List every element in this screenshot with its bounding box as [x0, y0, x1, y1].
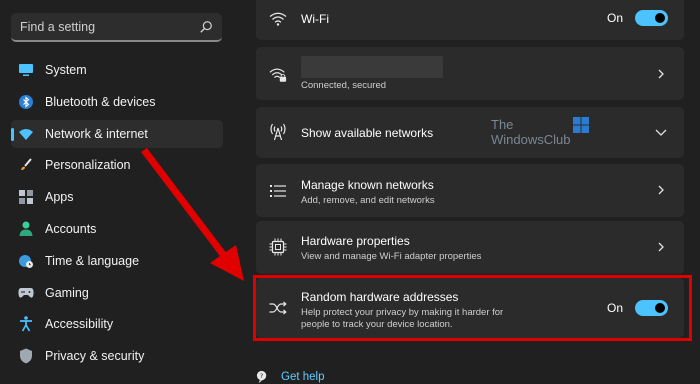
random-hardware-text: Random hardware addresses Help protect y… [301, 290, 503, 331]
person-icon [18, 221, 34, 237]
wifi-toggle[interactable] [635, 10, 668, 26]
sidebar-item-label: Privacy & security [45, 349, 145, 364]
hardware-properties-text: Hardware properties View and manage Wi-F… [301, 234, 481, 263]
secured-wifi-icon [269, 66, 287, 84]
get-help-link[interactable]: ? Get help [256, 370, 324, 383]
sidebar-item-privacy-security[interactable]: Privacy & security [11, 342, 223, 370]
get-help-label: Get help [281, 370, 325, 383]
known-networks-card[interactable]: Manage known networks Add, remove, and e… [256, 164, 684, 217]
random-hardware-title: Random hardware addresses [301, 290, 459, 304]
sidebar-item-label: Accessibility [45, 317, 114, 332]
search-placeholder: Find a setting [20, 19, 96, 34]
sidebar-item-label: Gaming [45, 285, 89, 300]
random-hardware-addresses-card[interactable]: Random hardware addresses Help protect y… [256, 278, 684, 338]
gamepad-icon [18, 285, 34, 301]
sidebar-item-gaming[interactable]: Gaming [11, 279, 223, 307]
connected-network-card[interactable]: Connected, secured [256, 47, 684, 100]
sidebar-item-label: Network & internet [45, 126, 148, 141]
toggle-knob [655, 303, 665, 313]
watermark-line2: WindowsClub [491, 132, 571, 147]
sidebar-item-label: Accounts [45, 221, 97, 236]
search-icon[interactable] [199, 20, 213, 34]
chip-icon [269, 238, 287, 256]
known-networks-subtitle: Add, remove, and edit networks [301, 195, 435, 206]
watermark-line1: The [491, 117, 514, 132]
wifi-toggle-group: On [607, 10, 668, 26]
accessibility-icon [18, 316, 34, 332]
watermark-text: The WindowsClub [491, 117, 570, 147]
chevron-right-icon [658, 185, 664, 195]
connected-status: Connected, secured [301, 80, 387, 91]
chevron-right-icon [658, 69, 664, 79]
hardware-properties-subtitle: View and manage Wi-Fi adapter properties [301, 251, 482, 262]
available-networks-title: Show available networks [301, 126, 434, 140]
random-hardware-subtitle-line2: people to track your device location. [301, 319, 453, 330]
redacted-network-name [301, 56, 443, 78]
wifi-icon [18, 126, 34, 142]
sidebar-item-label: Apps [45, 190, 74, 205]
sidebar-item-system[interactable]: System [11, 56, 223, 84]
antenna-icon [269, 123, 287, 141]
sidebar-item-bluetooth[interactable]: Bluetooth & devices [11, 88, 223, 116]
sidebar-item-accessibility[interactable]: Accessibility [11, 310, 223, 338]
windows-logo-icon [573, 117, 589, 133]
random-toggle-group: On [607, 300, 668, 316]
chevron-down-icon [655, 129, 667, 136]
wifi-title: Wi-Fi [301, 12, 329, 26]
available-networks-card[interactable]: Show available networks [256, 107, 684, 158]
random-hardware-subtitle: Help protect your privacy by making it h… [301, 307, 503, 331]
sidebar-item-personalization[interactable]: Personalization [11, 151, 223, 179]
known-networks-title: Manage known networks [301, 178, 434, 192]
brush-icon [18, 157, 34, 173]
connected-network-text: Connected, secured [301, 56, 443, 92]
sidebar-item-time-language[interactable]: Time & language [11, 247, 223, 275]
hardware-properties-card[interactable]: Hardware properties View and manage Wi-F… [256, 221, 684, 274]
sidebar-item-label: Time & language [45, 253, 140, 268]
hardware-properties-title: Hardware properties [301, 234, 410, 248]
sidebar-item-accounts[interactable]: Accounts [11, 215, 223, 243]
sidebar-item-label: Personalization [45, 158, 131, 173]
sidebar-item-label: System [45, 63, 87, 77]
monitor-icon [18, 62, 34, 78]
sidebar-item-label: Bluetooth & devices [45, 94, 156, 109]
list-icon [269, 182, 287, 200]
wifi-toggle-label: On [606, 11, 623, 25]
wifi-card[interactable]: Wi-Fi On [256, 0, 684, 40]
search-input[interactable]: Find a setting [11, 13, 222, 42]
sidebar: Find a setting System Bluetooth & device… [0, 0, 238, 384]
bluetooth-icon [18, 94, 34, 110]
known-networks-text: Manage known networks Add, remove, and e… [301, 178, 435, 207]
globe-clock-icon [18, 253, 34, 269]
sidebar-item-apps[interactable]: Apps [11, 183, 223, 211]
toggle-knob [655, 13, 665, 23]
sidebar-nav: System Bluetooth & devices Network & int… [11, 56, 223, 374]
wifi-icon [269, 10, 287, 28]
sidebar-item-network[interactable]: Network & internet [11, 119, 223, 148]
help-icon: ? [256, 370, 267, 383]
random-hardware-subtitle-line1: Help protect your privacy by making it h… [301, 307, 504, 318]
apps-icon [18, 189, 34, 205]
random-hardware-toggle[interactable] [635, 300, 668, 316]
random-toggle-label: On [606, 301, 623, 315]
chevron-right-icon [658, 242, 664, 252]
svg-text:?: ? [260, 372, 263, 380]
shield-icon [18, 348, 34, 364]
shuffle-icon [269, 299, 287, 317]
